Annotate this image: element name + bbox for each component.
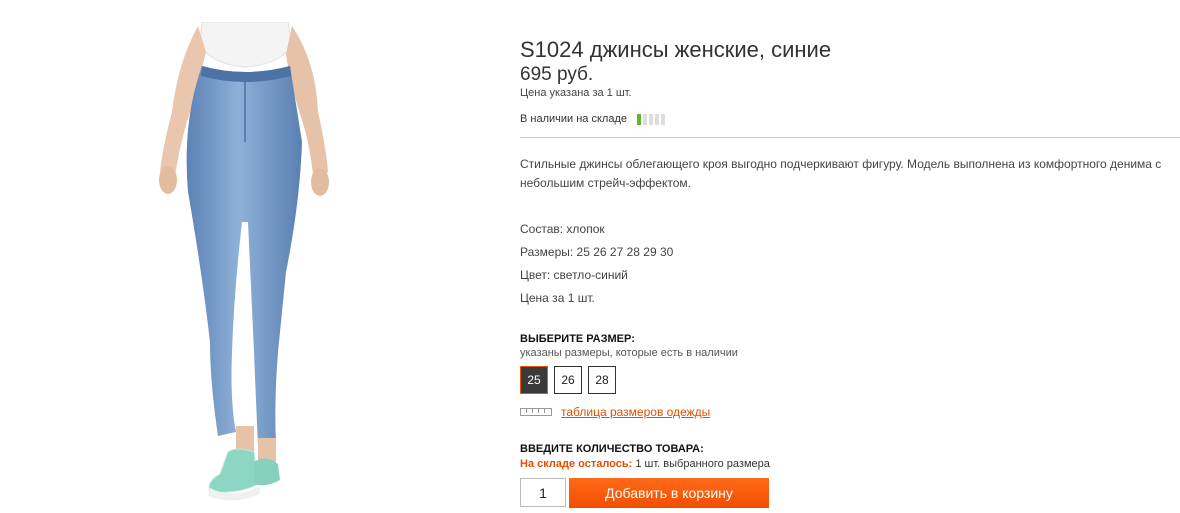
spec-sizes: Размеры: 25 26 27 28 29 30 xyxy=(520,245,674,259)
ruler-icon xyxy=(520,408,552,416)
spec-price-per: Цена за 1 шт. xyxy=(520,291,595,305)
stock-bar xyxy=(636,113,641,125)
stock-left: На складе осталось: 1 шт. выбранного раз… xyxy=(520,458,770,470)
add-to-cart-button[interactable]: Добавить в корзину xyxy=(569,478,769,508)
product-price: 695 руб. xyxy=(520,64,594,85)
stock-left-label: На складе осталось: xyxy=(520,458,633,470)
spec-composition: Состав: хлопок xyxy=(520,222,605,236)
divider xyxy=(520,137,1180,138)
stock-bar xyxy=(642,113,647,125)
quantity-input[interactable] xyxy=(520,478,566,507)
stock-left-value: 1 шт. выбранного размера xyxy=(635,458,770,470)
stock-label: В наличии на складе xyxy=(520,113,627,125)
size-option-26[interactable]: 26 xyxy=(554,366,582,394)
size-option-25[interactable]: 25 xyxy=(520,366,548,394)
size-table-link[interactable]: таблица размеров одежды xyxy=(561,405,710,419)
spec-color: Цвет: светло-синий xyxy=(520,268,628,282)
size-subtitle: указаны размеры, которые есть в наличии xyxy=(520,347,738,359)
stock-bar xyxy=(654,113,659,125)
product-description: Стильные джинсы облегающего кроя выгодно… xyxy=(520,157,1162,190)
quantity-heading: ВВЕДИТЕ КОЛИЧЕСТВО ТОВАРА: xyxy=(520,443,704,455)
stock-bar xyxy=(648,113,653,125)
size-options: 25 26 28 xyxy=(520,366,616,394)
stock-level-indicator xyxy=(636,113,665,125)
stock-bar xyxy=(660,113,665,125)
stock-status: В наличии на складе xyxy=(520,113,665,125)
product-photo xyxy=(159,22,329,501)
size-option-28[interactable]: 28 xyxy=(588,366,616,394)
size-table: таблица размеров одежды xyxy=(520,405,710,419)
price-note: Цена указана за 1 шт. xyxy=(520,87,632,99)
product-title: S1024 джинсы женские, синие xyxy=(520,36,832,62)
size-heading: ВЫБЕРИТЕ РАЗМЕР: xyxy=(520,333,635,345)
